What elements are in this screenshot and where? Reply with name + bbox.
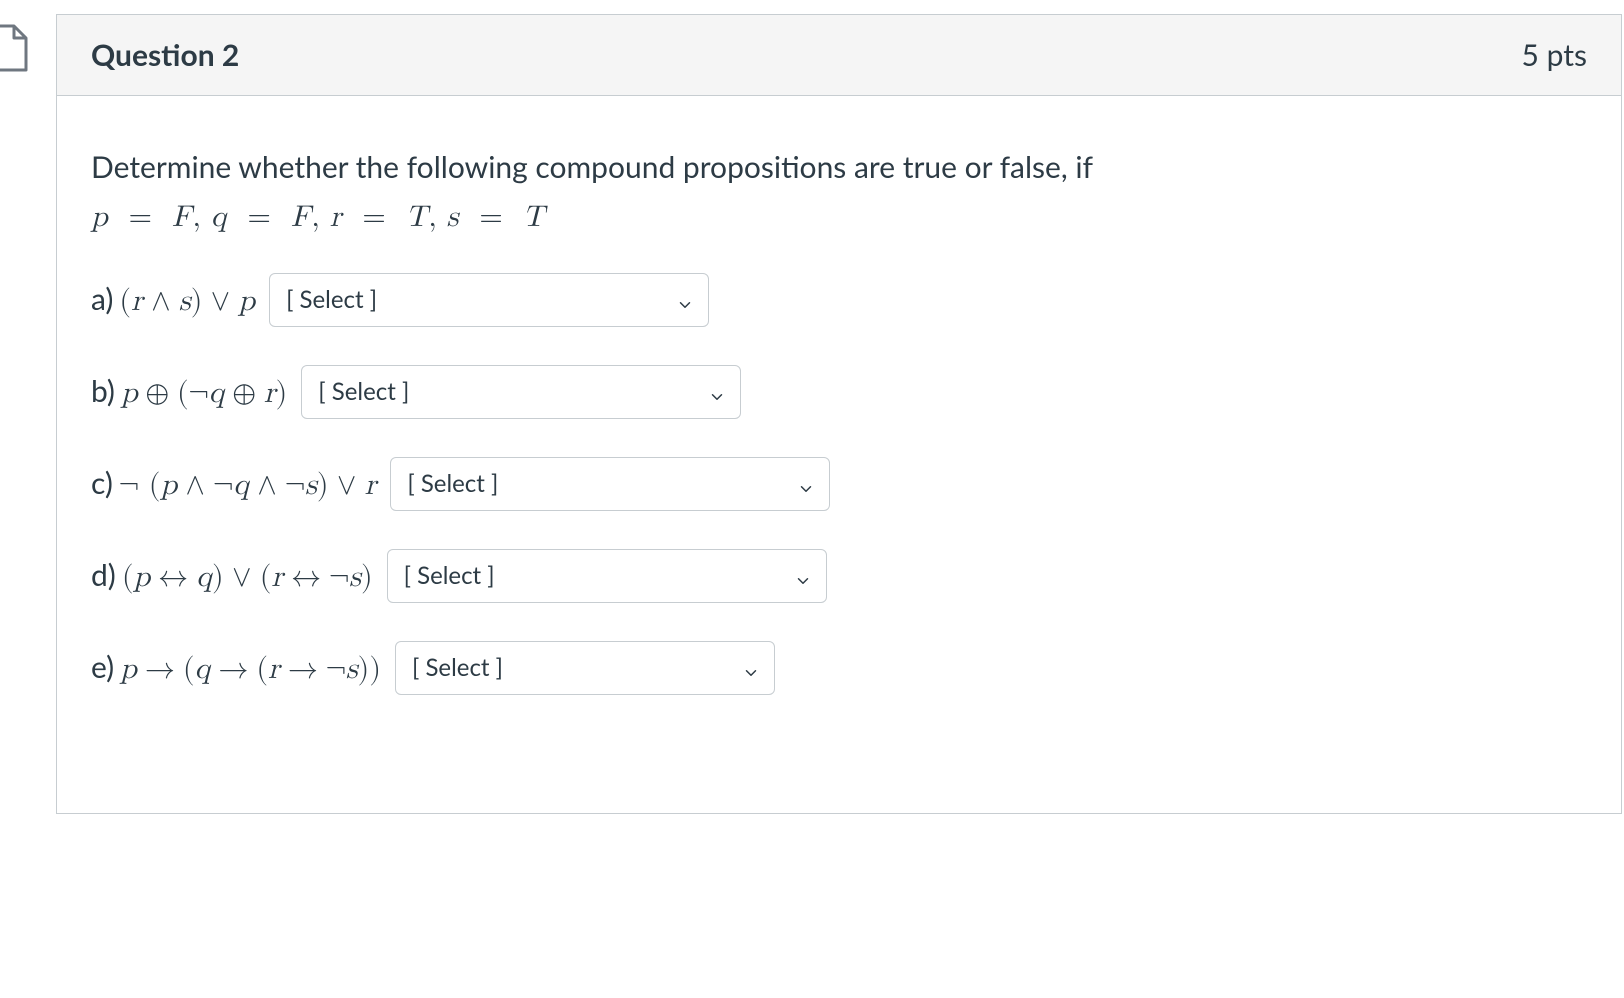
part-a-row: a)(r∧s)∨p [ Select ] (91, 273, 1587, 327)
part-a-expression: a)(r∧s)∨p (91, 281, 255, 319)
chevron-down-icon (708, 383, 726, 401)
part-e-select[interactable]: [ Select ] (395, 641, 775, 695)
part-c-row: c)¬ (p∧¬q∧¬s)∨r [ Select ] (91, 457, 1587, 511)
part-c-expression: c)¬ (p∧¬q∧¬s)∨r (91, 465, 376, 503)
question-title: Question 2 (91, 37, 239, 73)
chevron-down-icon (742, 659, 760, 677)
part-d-select[interactable]: [ Select ] (387, 549, 827, 603)
part-c-select[interactable]: [ Select ] (390, 457, 830, 511)
part-d-row: d)(p↔q)∨(r↔¬s) [ Select ] (91, 549, 1587, 603)
part-a-select[interactable]: [ Select ] (269, 273, 709, 327)
question-prompt: Determine whether the following compound… (91, 144, 1587, 191)
chevron-down-icon (797, 475, 815, 493)
question-body: Determine whether the following compound… (57, 96, 1621, 813)
select-placeholder: [ Select ] (407, 469, 498, 498)
part-e-expression: e)p→(q→(r→¬s)) (91, 649, 381, 687)
select-placeholder: [ Select ] (318, 377, 409, 406)
chevron-down-icon (794, 567, 812, 585)
question-points: 5 pts (1522, 37, 1587, 73)
chevron-down-icon (676, 291, 694, 309)
select-placeholder: [ Select ] (412, 653, 503, 682)
part-d-expression: d)(p↔q)∨(r↔¬s) (91, 557, 373, 595)
part-b-expression: b)p⊕(¬q⊕r) (91, 373, 287, 411)
part-e-row: e)p→(q→(r→¬s)) [ Select ] (91, 641, 1587, 695)
page-outline-icon (0, 22, 30, 74)
part-b-row: b)p⊕(¬q⊕r) [ Select ] (91, 365, 1587, 419)
question-header: Question 2 5 pts (57, 15, 1621, 96)
given-values: p = F, q = F, r = T, s = T (91, 199, 1587, 235)
select-placeholder: [ Select ] (286, 285, 377, 314)
select-placeholder: [ Select ] (404, 561, 495, 590)
question-card: Question 2 5 pts Determine whether the f… (56, 14, 1622, 814)
part-b-select[interactable]: [ Select ] (301, 365, 741, 419)
